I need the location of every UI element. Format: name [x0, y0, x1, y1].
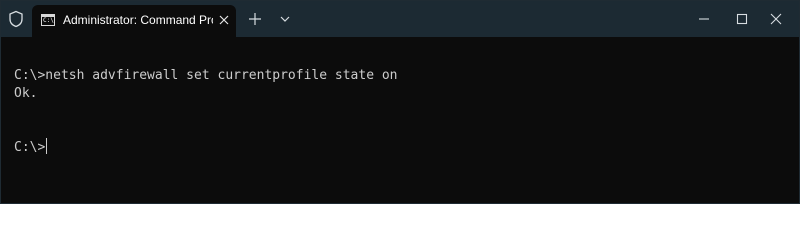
- text-cursor: [46, 138, 48, 154]
- close-icon[interactable]: [217, 13, 231, 27]
- plus-icon[interactable]: [247, 11, 263, 27]
- minimize-icon: [699, 18, 709, 20]
- maximize-icon: [736, 13, 748, 25]
- prompt-line[interactable]: C:\>: [14, 138, 48, 156]
- tab-title: Administrator: Command Promp: [63, 13, 213, 27]
- chevron-down-icon[interactable]: [278, 11, 292, 27]
- command-output: Ok.: [14, 86, 38, 101]
- prompt-text: C:\>: [14, 140, 46, 155]
- command-prompt-icon-text: C:\: [43, 17, 54, 24]
- tab-command-prompt[interactable]: C:\ Administrator: Command Promp: [32, 5, 236, 37]
- close-window-button[interactable]: [753, 1, 799, 37]
- command-prompt-icon: C:\: [41, 14, 55, 26]
- close-icon: [770, 13, 782, 25]
- terminal-output[interactable]: C:\>netsh advfirewall set currentprofile…: [1, 37, 799, 203]
- shield-icon: [7, 10, 25, 28]
- terminal-window: C:\ Administrator: Command Promp: [0, 0, 800, 204]
- title-bar[interactable]: C:\ Administrator: Command Promp: [1, 1, 799, 37]
- command-line: C:\>netsh advfirewall set currentprofile…: [14, 68, 398, 83]
